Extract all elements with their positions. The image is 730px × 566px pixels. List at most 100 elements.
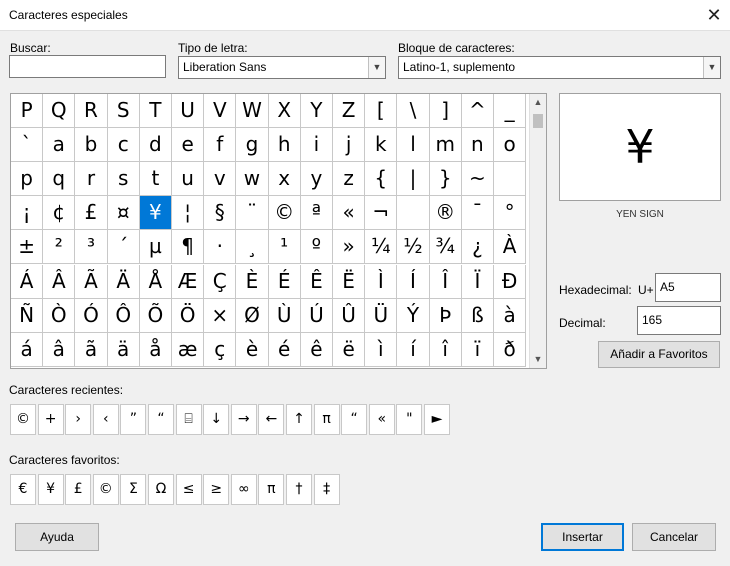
favorite-char[interactable]: ¥ (37, 474, 64, 505)
grid-cell[interactable]: É (268, 264, 301, 299)
grid-cell[interactable]: p (11, 162, 44, 197)
grid-cell[interactable]: Y (300, 94, 333, 128)
grid-cell[interactable]: P (11, 94, 44, 128)
help-button[interactable]: Ayuda (15, 523, 99, 551)
scrollbar-thumb[interactable] (533, 114, 543, 128)
grid-cell[interactable]: Ã (75, 264, 108, 299)
grid-cell[interactable]: â (43, 332, 76, 367)
grid-cell[interactable]: m (429, 128, 462, 163)
grid-cell[interactable]: ± (11, 230, 44, 265)
grid-cell[interactable]: S (107, 94, 140, 128)
recent-char[interactable]: › (65, 404, 92, 435)
recent-char[interactable]: “ (341, 404, 368, 435)
grid-cell[interactable]: ¨ (236, 196, 269, 231)
grid-cell[interactable]: c (107, 128, 140, 163)
grid-cell[interactable]: [ (365, 94, 398, 128)
grid-cell[interactable]: Ô (107, 298, 140, 333)
character-grid[interactable]: ▲ ▼ P Q R S T U V W X Y Z[\] ^ _ ` a b c d e f g h i j k l m n o p q r s… (10, 93, 547, 369)
grid-cell[interactable]: r (75, 162, 108, 197)
grid-cell[interactable]: y (300, 162, 333, 197)
recent-char[interactable]: “ (148, 404, 174, 435)
grid-cell[interactable]: t (139, 162, 172, 197)
grid-cell[interactable]: Û (333, 298, 366, 333)
grid-cell[interactable]: W (236, 94, 269, 128)
grid-cell[interactable]: d (139, 128, 172, 163)
grid-cell[interactable]: Ä (107, 264, 140, 299)
grid-cell[interactable]: f (204, 128, 237, 163)
grid-cell[interactable]: î (429, 332, 462, 367)
favorite-char[interactable]: ‡ (313, 474, 340, 505)
grid-cell[interactable]: Ó (75, 298, 108, 333)
grid-cell[interactable]: b (75, 128, 108, 163)
grid-cell[interactable]: Ù (268, 298, 301, 333)
chevron-down-icon[interactable]: ▼ (530, 351, 546, 368)
favorite-char[interactable]: Ω (148, 474, 174, 505)
insert-button[interactable]: Insertar (541, 523, 624, 551)
decimal-input[interactable]: 165 (637, 306, 721, 335)
grid-cell[interactable]: _ (494, 94, 527, 128)
hex-input[interactable]: A5 (655, 273, 721, 302)
grid-cell[interactable]: ë (333, 332, 366, 367)
grid-cell[interactable]: h (268, 128, 301, 163)
favorite-char[interactable]: ≤ (175, 474, 202, 505)
grid-cell[interactable] (494, 162, 527, 197)
grid-cell[interactable]: × (204, 298, 237, 333)
grid-cell[interactable]: Î (429, 264, 462, 299)
grid-cell[interactable]: ² (43, 230, 76, 265)
grid-cell[interactable]: à (494, 298, 527, 333)
grid-cell[interactable]: ¥ (139, 196, 172, 231)
grid-cell[interactable]: ¾ (429, 230, 462, 265)
grid-cell[interactable]: ì (365, 332, 398, 367)
grid-cell[interactable]: R (75, 94, 108, 128)
favorite-char[interactable]: ∞ (230, 474, 257, 505)
grid-cell[interactable]: w (236, 162, 269, 197)
recent-char[interactable]: ” (120, 404, 147, 435)
grid-cell[interactable]: § (204, 196, 237, 231)
chevron-up-icon[interactable]: ▲ (530, 94, 546, 111)
grid-cell[interactable]: ® (429, 196, 462, 231)
recent-char[interactable]: π (313, 404, 340, 435)
grid-cell[interactable]: Ì (365, 264, 398, 299)
grid-cell[interactable]: Ü (365, 298, 398, 333)
close-icon[interactable]: ✕ (698, 0, 730, 31)
grid-cell[interactable]: x (268, 162, 301, 197)
grid-cell[interactable]: è (236, 332, 269, 367)
grid-cell[interactable]: Q (43, 94, 76, 128)
grid-cell[interactable]: Ö (172, 298, 205, 333)
grid-cell[interactable]: Ç (204, 264, 237, 299)
grid-cell[interactable]: Þ (429, 298, 462, 333)
grid-cell[interactable]: À (494, 230, 527, 265)
grid-cell[interactable]: Ï (461, 264, 494, 299)
grid-cell[interactable]: ê (300, 332, 333, 367)
grid-cell[interactable]: X (268, 94, 301, 128)
grid-cell[interactable]: l (397, 128, 430, 163)
add-favorite-button[interactable]: Añadir a Favoritos (598, 341, 720, 368)
grid-cell[interactable] (397, 196, 430, 231)
grid-cell[interactable]: ¢ (43, 196, 76, 231)
recent-char[interactable]: ↓ (203, 404, 230, 435)
grid-cell[interactable]: ¶ (172, 230, 205, 265)
grid-cell[interactable]: n (461, 128, 494, 163)
grid-cell[interactable]: z (333, 162, 366, 197)
grid-cell[interactable]: V (204, 94, 237, 128)
recent-char[interactable]: « (368, 404, 395, 435)
favorite-char[interactable]: € (10, 474, 36, 505)
chevron-down-icon[interactable]: ▼ (368, 57, 385, 78)
grid-cell[interactable]: · (204, 230, 237, 265)
grid-cell[interactable]: ¯ (461, 196, 494, 231)
grid-cell[interactable]: ` (11, 128, 44, 163)
grid-cell[interactable]: ¸ (236, 230, 269, 265)
font-select[interactable]: Liberation Sans ▼ (178, 56, 386, 79)
recent-char[interactable]: ⌸ (175, 404, 202, 435)
chevron-down-icon[interactable]: ▼ (703, 57, 720, 78)
grid-cell[interactable]: \ (397, 94, 430, 128)
recent-char[interactable]: + (37, 404, 64, 435)
grid-cell[interactable]: ° (494, 196, 527, 231)
grid-cell[interactable]: µ (139, 230, 172, 265)
grid-cell[interactable]: ½ (397, 230, 430, 265)
grid-cell[interactable]: ¼ (365, 230, 398, 265)
favorite-char[interactable]: © (92, 474, 119, 505)
recent-char[interactable]: ► (424, 404, 450, 435)
grid-cell[interactable]: æ (172, 332, 205, 367)
grid-cell[interactable]: » (333, 230, 366, 265)
